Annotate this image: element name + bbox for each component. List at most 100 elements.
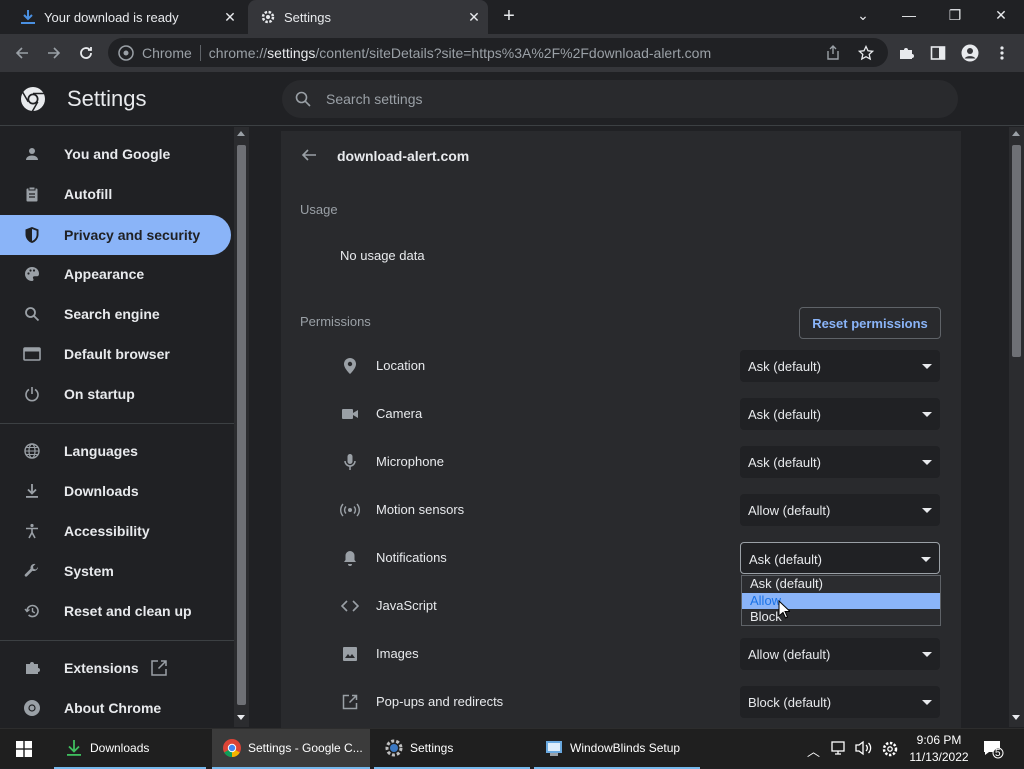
profile-avatar-icon[interactable]	[959, 42, 981, 64]
download-icon	[64, 738, 84, 758]
option-ask[interactable]: Ask (default)	[742, 576, 940, 592]
sidebar-item-accessibility[interactable]: Accessibility	[0, 511, 232, 551]
sidebar-item-on-startup[interactable]: On startup	[0, 374, 232, 414]
search-input[interactable]	[326, 91, 926, 107]
sidebar-item-system[interactable]: System	[0, 551, 232, 591]
clock-time: 9:06 PM	[916, 733, 962, 747]
dropdown-arrow-icon	[922, 364, 932, 369]
reset-permissions-button[interactable]: Reset permissions	[799, 307, 941, 339]
share-icon[interactable]	[822, 42, 844, 64]
dropdown-arrow-icon	[922, 508, 932, 513]
new-tab-button[interactable]: +	[499, 6, 519, 27]
motion-sensors-select[interactable]: Allow (default)	[740, 494, 940, 526]
sidebar-scrollbar[interactable]	[234, 127, 249, 727]
microphone-select[interactable]: Ask (default)	[740, 446, 940, 478]
tab-settings[interactable]: Settings ✕	[248, 0, 488, 34]
clipboard-icon	[22, 184, 42, 204]
clock[interactable]: 9:06 PM 11/13/2022	[905, 732, 973, 766]
windowblinds-icon	[544, 738, 564, 758]
forward-button[interactable]	[42, 41, 66, 65]
chrome-icon	[22, 698, 42, 718]
tab-title: Settings	[284, 9, 331, 25]
permission-label: Location	[376, 358, 426, 373]
scroll-down-icon[interactable]	[1012, 715, 1020, 720]
sidebar-item-extensions[interactable]: Extensions	[0, 648, 232, 688]
clock-date: 11/13/2022	[909, 750, 969, 764]
sidebar-item-autofill[interactable]: Autofill	[0, 174, 232, 214]
sidebar-item-downloads[interactable]: Downloads	[0, 471, 232, 511]
divider	[199, 44, 201, 61]
reload-icon	[80, 47, 92, 59]
notifications-select[interactable]: Ask (default)	[740, 542, 940, 574]
search-box	[282, 80, 958, 118]
restore-button[interactable]: ❐	[932, 0, 978, 30]
settings-tray-icon[interactable]	[881, 740, 899, 763]
arrow-right-icon	[48, 47, 61, 59]
sidebar-item-you-and-google[interactable]: You and Google	[0, 134, 232, 174]
sidebar-item-label: Default browser	[64, 346, 170, 362]
camera-select[interactable]: Ask (default)	[740, 398, 940, 430]
scroll-down-icon[interactable]	[237, 715, 245, 720]
taskbar-chrome[interactable]: Settings - Google C...	[212, 729, 370, 769]
location-select[interactable]: Ask (default)	[740, 350, 940, 382]
mouse-cursor-icon	[778, 600, 790, 619]
main-scrollbar[interactable]	[1009, 127, 1024, 727]
sidebar-item-appearance[interactable]: Appearance	[0, 254, 232, 294]
scroll-up-icon[interactable]	[1012, 131, 1020, 136]
microphone-icon	[340, 452, 360, 472]
tray-chevron-up-icon[interactable]: ︿	[807, 741, 820, 760]
dropdown-arrow-icon	[922, 652, 932, 657]
taskbar-settings[interactable]: Settings	[374, 729, 530, 769]
chrome-icon	[118, 44, 134, 61]
site-details-panel: download-alert.com Usage No usage data P…	[281, 131, 961, 733]
sidebar-item-label: Languages	[64, 443, 138, 459]
close-tab-icon[interactable]: ✕	[466, 9, 482, 25]
close-tab-icon[interactable]: ✕	[222, 9, 238, 25]
sidebar-item-label: Accessibility	[64, 523, 150, 539]
tab-title: Your download is ready	[44, 9, 179, 25]
sidebar-item-about-chrome[interactable]: About Chrome	[0, 688, 232, 728]
taskbar-windowblinds[interactable]: WindowBlinds Setup	[534, 729, 700, 769]
arrow-left-icon	[15, 47, 28, 59]
sidebar-item-default-browser[interactable]: Default browser	[0, 334, 232, 374]
bookmark-star-icon[interactable]	[855, 42, 877, 64]
sidebar-item-search-engine[interactable]: Search engine	[0, 294, 232, 334]
sidebar-item-label: Search engine	[64, 306, 160, 322]
sidebar-item-languages[interactable]: Languages	[0, 431, 232, 471]
sidebar-item-reset-and-clean-up[interactable]: Reset and clean up	[0, 591, 232, 631]
open-in-new-icon	[150, 659, 168, 680]
scrollbar-thumb[interactable]	[237, 145, 246, 705]
network-icon[interactable]	[831, 740, 847, 761]
address-bar[interactable]: Chrome chrome://settings/content/siteDet…	[108, 38, 888, 67]
page-title: Settings	[67, 86, 147, 111]
volume-icon[interactable]	[855, 740, 873, 761]
sidebar: You and Google Autofill Privacy and secu…	[0, 127, 234, 733]
option-allow[interactable]: Allow	[742, 593, 940, 609]
taskbar-downloads[interactable]: Downloads	[54, 729, 206, 769]
back-arrow-icon[interactable]	[301, 147, 317, 168]
scrollbar-thumb[interactable]	[1012, 145, 1021, 357]
extensions-puzzle-icon[interactable]	[895, 42, 917, 64]
person-icon	[22, 144, 42, 164]
popups-select[interactable]: Block (default)	[740, 686, 940, 718]
open-in-new-icon	[340, 692, 360, 712]
back-button[interactable]	[10, 41, 34, 65]
close-window-button[interactable]: ✕	[978, 0, 1024, 30]
tab-search-chevron-icon[interactable]: ⌄	[840, 0, 886, 30]
more-menu-icon[interactable]	[991, 42, 1013, 64]
shield-icon	[22, 225, 42, 245]
permission-row-camera: Camera Ask (default)	[281, 390, 961, 438]
side-panel-icon[interactable]	[927, 42, 949, 64]
tab-download[interactable]: Your download is ready ✕	[8, 0, 244, 34]
usage-value: No usage data	[340, 248, 425, 263]
sidebar-item-privacy-and-security[interactable]: Privacy and security	[0, 215, 231, 255]
puzzle-icon	[22, 658, 42, 678]
images-select[interactable]: Allow (default)	[740, 638, 940, 670]
option-block[interactable]: Block	[742, 609, 940, 625]
permission-label: JavaScript	[376, 598, 437, 613]
reload-button[interactable]	[74, 41, 98, 65]
start-button[interactable]	[0, 729, 48, 769]
permission-row-microphone: Microphone Ask (default)	[281, 438, 961, 486]
scroll-up-icon[interactable]	[237, 131, 245, 136]
minimize-button[interactable]: —	[886, 0, 932, 30]
